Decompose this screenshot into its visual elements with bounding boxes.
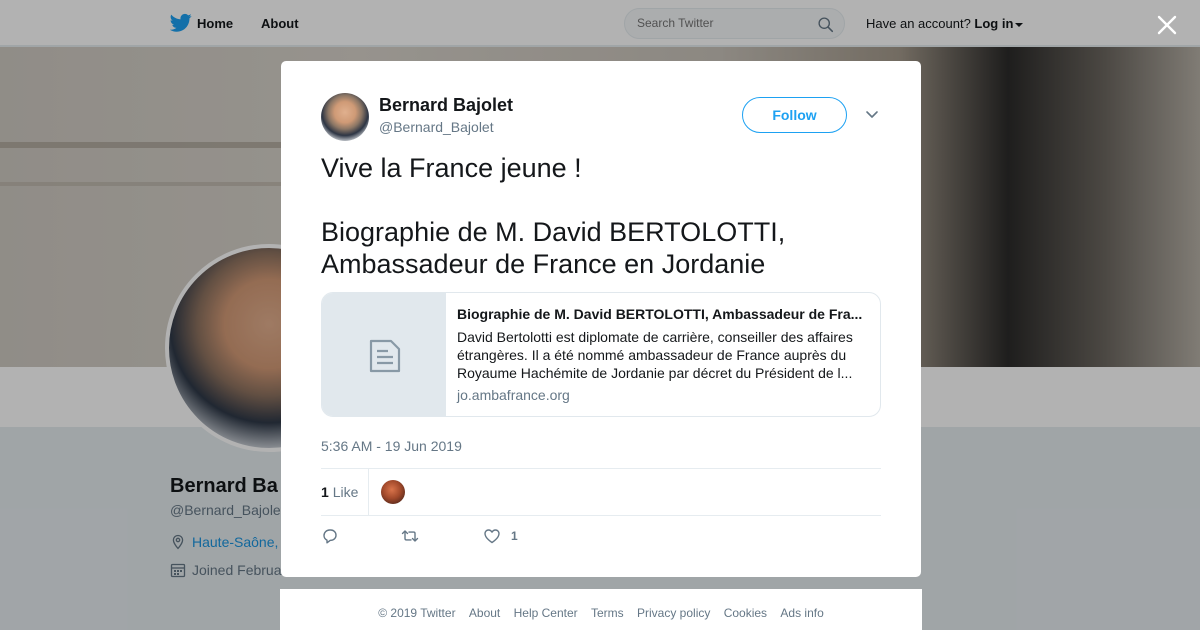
tweet-author-handle[interactable]: @Bernard_Bajolet — [379, 119, 494, 135]
tweet-author-avatar[interactable] — [321, 93, 369, 141]
footer: © 2019 Twitter About Help Center Terms P… — [280, 589, 922, 630]
retweet-icon — [401, 530, 419, 542]
likes-stat[interactable]: 1 Like — [321, 484, 358, 500]
footer-link-ads-info[interactable]: Ads info — [780, 606, 823, 620]
footer-links: © 2019 Twitter About Help Center Terms P… — [280, 606, 922, 620]
tweet-modal: Bernard Bajolet @Bernard_Bajolet Follow … — [281, 61, 921, 577]
footer-link-help-center[interactable]: Help Center — [514, 606, 578, 620]
like-button[interactable]: 1 — [483, 526, 518, 546]
like-count: 1 — [511, 529, 518, 543]
retweet-button[interactable] — [401, 526, 429, 546]
footer-link-cookies[interactable]: Cookies — [724, 606, 767, 620]
heart-icon — [484, 529, 500, 544]
liker-avatar[interactable] — [381, 480, 405, 504]
footer-link-privacy-policy[interactable]: Privacy policy — [637, 606, 710, 620]
close-icon[interactable] — [1154, 12, 1180, 38]
document-icon — [369, 339, 401, 373]
footer-link-terms[interactable]: Terms — [591, 606, 624, 620]
card-description: David Bertolotti est diplomate de carriè… — [457, 329, 853, 381]
card-thumbnail — [322, 293, 446, 416]
card-title: Biographie de M. David BERTOLOTTI, Ambas… — [457, 306, 863, 322]
likes-stat-label: Like — [332, 484, 359, 500]
tweet-timestamp[interactable]: 5:36 AM - 19 Jun 2019 — [321, 438, 462, 454]
likes-stat-count: 1 — [321, 484, 329, 500]
stats-divider — [368, 469, 369, 515]
footer-copyright: © 2019 Twitter — [378, 606, 456, 620]
tweet-text: Vive la France jeune ! Biographie de M. … — [321, 153, 786, 279]
tweet-stats: 1 Like — [321, 468, 881, 516]
reply-button[interactable] — [321, 526, 349, 546]
link-preview-card[interactable]: Biographie de M. David BERTOLOTTI, Ambas… — [321, 292, 881, 417]
footer-link-about[interactable]: About — [469, 606, 500, 620]
card-domain: jo.ambafrance.org — [457, 387, 570, 403]
tweet-actions: 1 — [321, 526, 881, 548]
reply-icon — [323, 529, 337, 544]
follow-button[interactable]: Follow — [742, 97, 847, 133]
chevron-down-icon[interactable] — [865, 109, 879, 121]
tweet-author-name[interactable]: Bernard Bajolet — [379, 95, 513, 116]
